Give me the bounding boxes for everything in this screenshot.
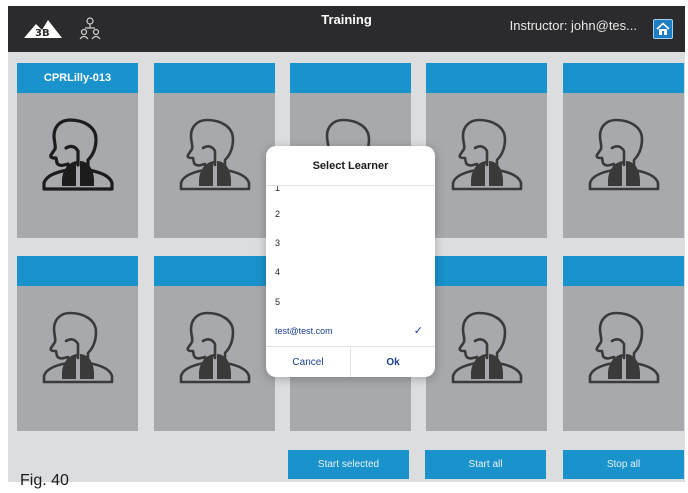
start-all-button[interactable]: Start all (425, 450, 546, 479)
manikin-card-6[interactable] (17, 256, 138, 431)
manikin-card-2[interactable] (154, 63, 275, 238)
learner-list[interactable]: 1 2 3 4 5 test@test.com ✓ (266, 186, 435, 346)
manikin-card-5[interactable] (563, 63, 684, 238)
svg-text:3B: 3B (35, 28, 50, 39)
manikin-card-1[interactable]: CPRLilly-013 (17, 63, 138, 238)
manikin-card-label (17, 256, 138, 286)
ok-button[interactable]: Ok (351, 347, 435, 377)
learner-option-2[interactable]: 2 (275, 209, 280, 219)
torso-lungs-icon (451, 118, 523, 191)
instructor-label: Instructor: john@tes... (509, 18, 637, 33)
manikin-card-label (563, 256, 684, 286)
torso-lungs-icon (588, 311, 660, 384)
torso-lungs-icon (588, 118, 660, 191)
home-button[interactable] (653, 19, 673, 39)
learner-option-5[interactable]: 5 (275, 297, 280, 307)
select-learner-dialog: Select Learner 1 2 3 4 5 test@test.com ✓… (266, 146, 435, 377)
manikin-card-label: CPRLilly-013 (17, 63, 138, 93)
torso-lungs-icon (451, 311, 523, 384)
manikin-card-label (426, 256, 547, 286)
manikin-card-label (154, 63, 275, 93)
home-icon (656, 22, 670, 35)
learner-option-4[interactable]: 4 (275, 267, 280, 277)
manikin-card-label (563, 63, 684, 93)
manikin-card-9[interactable] (426, 256, 547, 431)
manikin-card-label (290, 63, 411, 93)
torso-lungs-icon (179, 118, 251, 191)
learner-option-selected[interactable]: test@test.com (275, 326, 333, 336)
manikin-card-10[interactable] (563, 256, 684, 431)
dialog-footer: Cancel Ok (266, 346, 435, 377)
manikin-card-label (426, 63, 547, 93)
manikin-card-7[interactable] (154, 256, 275, 431)
learner-option-3[interactable]: 3 (275, 238, 280, 248)
torso-lungs-icon (42, 118, 114, 191)
stop-all-button[interactable]: Stop all (563, 450, 684, 479)
top-bar: 3B Training Instructor: john@tes... (8, 6, 685, 52)
manikin-card-label (154, 256, 275, 286)
learner-option-1[interactable]: 1 (275, 186, 280, 193)
manikin-card-4[interactable] (426, 63, 547, 238)
figure-caption: Fig. 40 (20, 472, 69, 489)
start-selected-button[interactable]: Start selected (288, 450, 409, 479)
torso-lungs-icon (179, 311, 251, 384)
dialog-title: Select Learner (312, 160, 389, 172)
checkmark-icon: ✓ (413, 325, 423, 337)
torso-lungs-icon (42, 311, 114, 384)
cancel-button[interactable]: Cancel (266, 347, 350, 377)
